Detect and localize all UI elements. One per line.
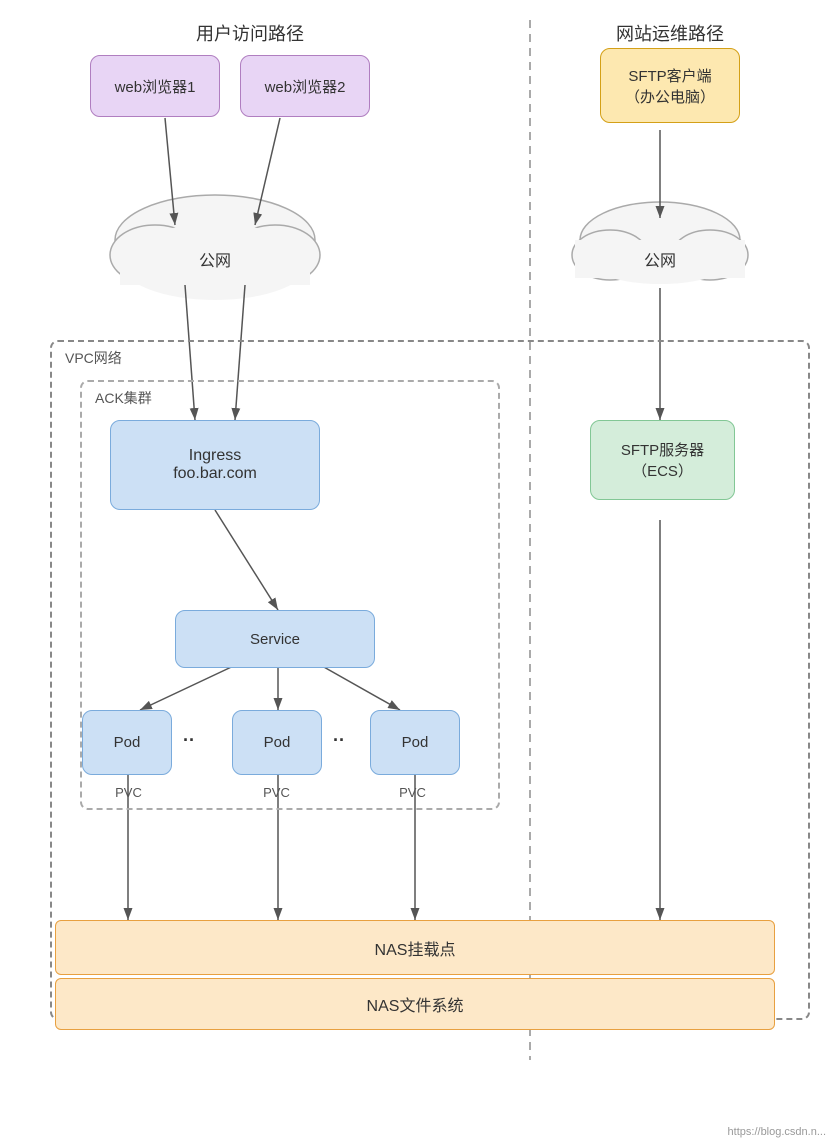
pod3-box: Pod [370, 710, 460, 775]
pvc1-label: PVC [96, 785, 161, 800]
nas-fs-box: NAS文件系统 [55, 978, 775, 1030]
pvc3-label: PVC [380, 785, 445, 800]
browser1-box: web浏览器1 [90, 55, 220, 117]
sftp-server-box: SFTP服务器 （ECS） [590, 420, 735, 500]
dots-1: ·· [183, 730, 195, 751]
left-section-title: 用户访问路径 [120, 20, 380, 46]
pod2-box: Pod [232, 710, 322, 775]
service-box: Service [175, 610, 375, 668]
pod1-box: Pod [82, 710, 172, 775]
browser2-box: web浏览器2 [240, 55, 370, 117]
public-network-right-label: 公网 [625, 247, 695, 271]
watermark: https://blog.csdn.n... [728, 1126, 826, 1138]
vpc-label: VPC网络 [65, 348, 122, 368]
diagram-container: 用户访问路径 网站运维路径 web浏览器1 web浏览器2 SFTP客户端 （办… [0, 0, 836, 1148]
public-network-left-label: 公网 [175, 247, 255, 271]
ingress-box: Ingress foo.bar.com [110, 420, 320, 510]
sftp-client-box: SFTP客户端 （办公电脑） [600, 48, 740, 123]
right-section-title: 网站运维路径 [560, 20, 780, 46]
nas-mount-box: NAS挂载点 [55, 920, 775, 975]
ack-label: ACK集群 [95, 388, 152, 408]
dots-2: ·· [333, 730, 345, 751]
pvc2-label: PVC [244, 785, 309, 800]
